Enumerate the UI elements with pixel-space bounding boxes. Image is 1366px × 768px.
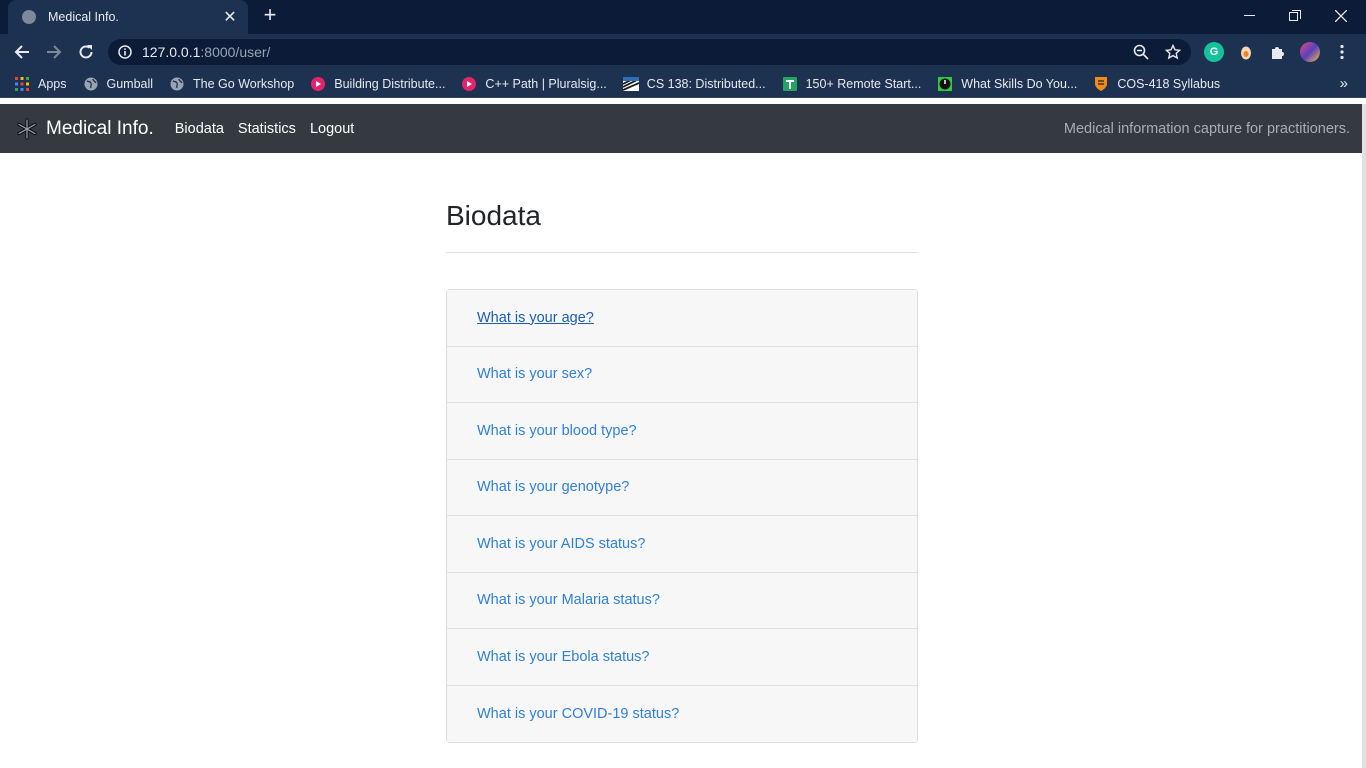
asterisk-logo-icon [17, 117, 37, 140]
globe-icon [83, 76, 99, 92]
more-bookmarks-button[interactable]: » [1340, 75, 1348, 92]
list-item: What is your AIDS status? [447, 516, 917, 573]
brand-link[interactable]: Medical Info. [16, 118, 154, 140]
heading-divider [446, 252, 918, 253]
questions-list: What is your age? What is your sex? What… [446, 289, 918, 743]
tab-title: Medical Info. [48, 10, 119, 24]
question-malaria-status-link[interactable]: What is your Malaria status? [477, 592, 660, 608]
chrome-menu-button[interactable] [1332, 42, 1352, 62]
bookmark-what-skills[interactable]: What Skills Do You... [929, 70, 1085, 98]
list-item: What is your Ebola status? [447, 629, 917, 686]
list-item: What is your sex? [447, 346, 917, 403]
extensions-puzzle-button[interactable] [1268, 42, 1288, 62]
zoom-button[interactable] [1132, 43, 1150, 61]
bookmark-label: COS-418 Syllabus [1117, 76, 1221, 91]
browser-tab-active[interactable]: Medical Info. ✕ [8, 0, 248, 34]
zoom-out-icon [1133, 44, 1149, 60]
forward-arrow-icon [47, 45, 62, 59]
question-ebola-status-link[interactable]: What is your Ebola status? [477, 649, 649, 665]
bookmark-cos418[interactable]: COS-418 Syllabus [1085, 70, 1228, 98]
close-window-button[interactable] [1318, 0, 1364, 32]
bookmark-label: Building Distribute... [334, 76, 446, 91]
globe-icon [169, 76, 185, 92]
bookmark-label: Gumball [106, 76, 154, 91]
cs138-icon [622, 76, 639, 92]
url-text[interactable]: 127.0.0.1:8000/user/ [142, 44, 270, 60]
minimize-icon [1243, 15, 1255, 16]
list-item: What is your Malaria status? [447, 572, 917, 629]
question-aids-status-link[interactable]: What is your AIDS status? [477, 536, 645, 552]
close-icon [1335, 10, 1347, 22]
nav-biodata-link[interactable]: Biodata [168, 121, 231, 137]
question-covid19-status-link[interactable]: What is your COVID-19 status? [477, 706, 679, 722]
grammarly-extension-icon[interactable]: G [1204, 42, 1224, 62]
bookmark-label: The Go Workshop [193, 76, 295, 91]
question-genotype-link[interactable]: What is your genotype? [477, 479, 629, 495]
brand-text: Medical Info. [46, 117, 154, 139]
question-sex-link[interactable]: What is your sex? [477, 366, 592, 382]
nav-links: Biodata Statistics Logout [168, 121, 362, 137]
puzzle-icon [1272, 47, 1284, 59]
navbar-tagline: Medical information capture for practiti… [1063, 120, 1350, 137]
reload-icon [79, 45, 93, 59]
bookmarks-bar: Apps Gumball The Go Workshop Building Di… [0, 70, 1366, 98]
bookmark-label: What Skills Do You... [961, 76, 1078, 91]
list-item: What is your blood type? [447, 403, 917, 460]
page-scrollbar[interactable] [1362, 104, 1366, 768]
extension-orange-icon[interactable] [1236, 42, 1256, 62]
new-tab-button[interactable]: + [258, 4, 282, 28]
bookmark-gumball[interactable]: Gumball [75, 70, 162, 98]
page-title: Biodata [446, 200, 541, 231]
bookmark-label: 150+ Remote Start... [805, 76, 922, 91]
star-icon [1165, 44, 1181, 60]
bookmark-apps[interactable]: Apps [0, 70, 75, 98]
extension-shape [1241, 46, 1251, 60]
forward-button[interactable] [40, 38, 68, 66]
url-path: :8000/user/ [200, 44, 271, 60]
list-item: What is your age? [447, 290, 917, 347]
question-blood-type-link[interactable]: What is your blood type? [477, 423, 637, 439]
kebab-menu-icon [1340, 44, 1344, 60]
bookmark-building-distributed[interactable]: Building Distribute... [302, 70, 453, 98]
shield-icon [1093, 76, 1109, 92]
list-item: What is your COVID-19 status? [447, 685, 917, 742]
minimize-button[interactable] [1226, 0, 1272, 32]
nav-statistics-link[interactable]: Statistics [231, 121, 303, 137]
reload-button[interactable] [72, 38, 100, 66]
globe-icon [22, 10, 36, 24]
bookmark-label: Apps [38, 76, 67, 91]
power-icon [937, 76, 953, 92]
back-arrow-icon [14, 45, 29, 59]
bookmark-remote-start[interactable]: 150+ Remote Start... [774, 70, 930, 98]
info-icon[interactable] [118, 45, 132, 59]
browser-tab-strip: Medical Info. ✕ + [0, 0, 1366, 34]
pluralsight-icon [310, 76, 326, 92]
apps-grid-icon [14, 76, 30, 92]
bookmark-label: C++ Path | Pluralsig... [485, 76, 607, 91]
restore-button[interactable] [1272, 0, 1318, 32]
restore-icon [1289, 10, 1301, 21]
main-content: Biodata What is your age? What is your s… [446, 153, 918, 743]
bookmark-go-workshop[interactable]: The Go Workshop [161, 70, 302, 98]
bookmark-cs138[interactable]: CS 138: Distributed... [615, 70, 774, 98]
address-bar[interactable]: 127.0.0.1:8000/user/ [108, 39, 1191, 65]
app-navbar: Medical Info. Biodata Statistics Logout … [0, 104, 1362, 153]
url-host: 127.0.0.1 [142, 44, 201, 60]
bookmark-label: CS 138: Distributed... [646, 76, 766, 91]
tab-close-icon[interactable]: ✕ [222, 7, 238, 27]
profile-avatar[interactable] [1300, 42, 1320, 62]
list-item: What is your genotype? [447, 459, 917, 516]
back-button[interactable] [8, 38, 36, 66]
bookmark-star-button[interactable] [1164, 43, 1182, 61]
question-age-link[interactable]: What is your age? [477, 310, 594, 326]
bookmark-cpp-path[interactable]: C++ Path | Pluralsig... [453, 70, 614, 98]
pluralsight-icon [461, 76, 477, 92]
green-doc-icon [782, 76, 798, 92]
nav-logout-link[interactable]: Logout [303, 121, 361, 137]
